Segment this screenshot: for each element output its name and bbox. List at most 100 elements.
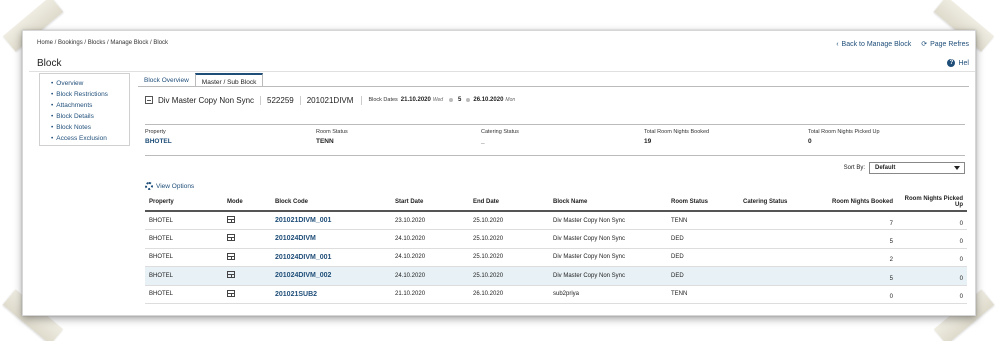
booked-value: 7: [889, 220, 893, 227]
cell-block-name: Div Master Copy Non Sync: [549, 248, 667, 267]
col-property[interactable]: Property: [145, 193, 223, 211]
cell-room-status: DED: [667, 248, 739, 267]
sidebar-item-block-restrictions[interactable]: Block Restrictions: [51, 89, 129, 100]
cell-start-date: 21.10.2020: [391, 285, 469, 304]
col-mode[interactable]: Mode: [223, 193, 271, 211]
col-room-status[interactable]: Room Status: [667, 193, 739, 211]
sidebar-item-block-notes[interactable]: Block Notes: [51, 122, 129, 133]
page-title: Block: [37, 58, 62, 69]
cell-property: BHOTEL: [145, 211, 223, 230]
cell-block-name: Div Master Copy Non Sync: [549, 229, 667, 249]
cell-start-date: 23.10.2020: [391, 211, 469, 230]
booked-value: 5: [889, 275, 893, 282]
block-name: Div Master Copy Non Sync: [158, 95, 262, 105]
col-block-name[interactable]: Block Name: [549, 193, 667, 211]
cell-room-nights-booked: 5: [817, 229, 897, 249]
sidebar-nav: Overview Block Restrictions Attachments …: [39, 73, 130, 146]
cell-block-code[interactable]: 201021DIVM_001: [271, 211, 391, 230]
summary-room-status: Room Status TENN: [316, 129, 348, 145]
cell-room-nights-picked: 0: [897, 229, 967, 249]
sub-block-table: Property Mode Block Code Start Date End …: [145, 193, 967, 304]
timeline-dot-icon: [449, 98, 454, 102]
cell-catering-status: [739, 248, 817, 267]
help-label: Hel: [958, 59, 969, 67]
sidebar-item-access-exclusion[interactable]: Access Exclusion: [51, 133, 129, 144]
refresh-icon: ⟳: [921, 41, 928, 48]
table-row[interactable]: BHOTEL 201024DIVM_002 24.10.2020 25.10.2…: [145, 266, 967, 286]
cell-block-code[interactable]: 201024DIVM_002: [271, 266, 391, 286]
block-end-dow: Mon: [505, 97, 516, 103]
col-room-nights-picked[interactable]: Room Nights Picked Up: [897, 193, 967, 211]
table-row[interactable]: BHOTEL 201024DIVM 24.10.2020 25.10.2020 …: [145, 229, 967, 249]
top-links: ‹ Back to Manage Block ⟳ Page Refres: [836, 40, 969, 49]
booked-value: 5: [889, 238, 893, 245]
cell-end-date: 25.10.2020: [469, 266, 549, 286]
block-summary: Property BHOTEL Room Status TENN Caterin…: [145, 129, 965, 151]
booked-value: 2: [889, 257, 893, 264]
cell-block-code[interactable]: 201024DIVM_001: [271, 248, 391, 267]
cell-room-nights-booked: 2: [817, 248, 897, 267]
summary-catering-status-value: _: [481, 138, 485, 145]
cell-block-name: Div Master Copy Non Sync: [549, 266, 667, 286]
picked-value: 0: [959, 294, 963, 301]
col-room-nights-booked[interactable]: Room Nights Booked: [817, 193, 897, 211]
tab-block-overview[interactable]: Block Overview: [138, 73, 195, 87]
cell-catering-status: [739, 211, 817, 230]
summary-property: Property BHOTEL: [145, 129, 172, 145]
cell-block-name: Div Master Copy Non Sync: [549, 211, 667, 230]
mode-icon[interactable]: [227, 252, 235, 260]
col-block-code[interactable]: Block Code: [271, 193, 391, 211]
sort-by-select[interactable]: Default: [869, 162, 965, 174]
cell-block-name: sub2priya: [549, 285, 667, 304]
sort-by-value: Default: [875, 165, 896, 171]
cell-block-code[interactable]: 201024DIVM: [271, 229, 391, 249]
mode-icon[interactable]: [227, 271, 235, 279]
cell-block-code[interactable]: 201021SUB2: [271, 285, 391, 304]
summary-room-status-value: TENN: [316, 138, 334, 145]
help-icon: ?: [947, 59, 956, 67]
page-card: Home / Bookings / Blocks / Manage Block …: [22, 30, 976, 316]
table-row[interactable]: BHOTEL 201021SUB2 21.10.2020 26.10.2020 …: [145, 285, 967, 304]
summary-property-label: Property: [145, 129, 166, 135]
cell-room-nights-booked: 5: [817, 266, 897, 286]
table-row[interactable]: BHOTEL 201024DIVM_001 24.10.2020 25.10.2…: [145, 248, 967, 267]
tab-master-sub-block[interactable]: Master / Sub Block: [194, 73, 264, 87]
mode-icon[interactable]: [227, 216, 235, 223]
page-refresh-link[interactable]: ⟳ Page Refres: [921, 40, 969, 49]
cell-property: BHOTEL: [145, 285, 223, 304]
cell-room-status: TENN: [667, 285, 739, 304]
block-dates-label: Block Dates: [368, 97, 398, 103]
breadcrumb[interactable]: Home / Bookings / Blocks / Manage Block …: [37, 40, 168, 46]
cell-catering-status: [739, 266, 817, 286]
sidebar-item-overview[interactable]: Overview: [51, 78, 129, 89]
mode-icon[interactable]: [227, 234, 235, 242]
mode-icon[interactable]: [227, 289, 235, 297]
col-start-date[interactable]: Start Date: [391, 193, 469, 211]
summary-property-value[interactable]: BHOTEL: [145, 138, 172, 145]
col-catering-status[interactable]: Catering Status: [739, 193, 817, 211]
cell-property: BHOTEL: [145, 266, 223, 286]
cell-start-date: 24.10.2020: [391, 248, 469, 267]
header-divider: [145, 124, 965, 125]
sidebar-item-attachments[interactable]: Attachments: [51, 100, 129, 111]
summary-picked-label: Total Room Nights Picked Up: [808, 129, 880, 135]
cell-room-nights-picked: 0: [897, 285, 967, 304]
picked-value: 0: [959, 220, 963, 227]
sidebar-item-block-details[interactable]: Block Details: [51, 111, 129, 122]
summary-catering-status: Catering Status _: [481, 129, 519, 145]
view-options-link[interactable]: View Options: [145, 182, 194, 190]
tab-divider: [138, 86, 969, 87]
block-nights: 5: [458, 97, 462, 103]
view-options-label: View Options: [156, 182, 195, 190]
table-row[interactable]: BHOTEL 201021DIVM_001 23.10.2020 25.10.2…: [145, 211, 967, 230]
cell-property: BHOTEL: [145, 248, 223, 267]
col-end-date[interactable]: End Date: [469, 193, 549, 211]
summary-room-status-label: Room Status: [316, 129, 348, 135]
cell-room-nights-picked: 0: [897, 248, 967, 267]
summary-booked-value: 19: [644, 138, 652, 145]
help-link[interactable]: ? Hel: [947, 59, 969, 67]
back-to-manage-block-link[interactable]: ‹ Back to Manage Block: [836, 40, 911, 48]
cell-room-status: DED: [667, 229, 739, 249]
chevron-down-icon: [954, 166, 960, 170]
cell-property: BHOTEL: [145, 229, 223, 249]
